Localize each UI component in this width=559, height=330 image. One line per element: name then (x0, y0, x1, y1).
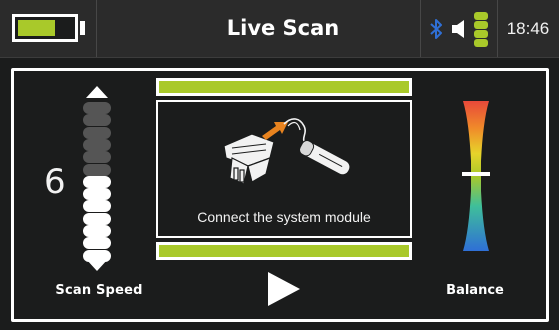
speed-segment (83, 200, 111, 212)
clock: 18:46 (506, 19, 550, 38)
speed-segment (83, 225, 111, 237)
divider (420, 0, 421, 57)
bluetooth-icon (430, 19, 442, 39)
speed-segment (83, 139, 111, 151)
battery-tip (80, 21, 85, 35)
speed-segment (83, 102, 111, 114)
top-signal-bar (156, 78, 412, 96)
speed-segment (83, 114, 111, 126)
play-icon (268, 272, 300, 306)
message-box: Connect the system module (156, 100, 412, 238)
page-title: Live Scan (226, 16, 340, 40)
speed-segment (83, 151, 111, 163)
speed-segment (83, 127, 111, 139)
speed-segment (83, 188, 111, 200)
signal-segment (474, 30, 488, 38)
play-button[interactable] (268, 272, 300, 306)
signal-segment (474, 39, 488, 47)
battery-level-fill (18, 20, 55, 36)
battery-icon (12, 14, 78, 42)
connect-module-message: Connect the system module (197, 209, 371, 225)
signal-segment (474, 12, 488, 20)
speed-up-arrow-icon[interactable] (86, 86, 108, 98)
signal-segment (474, 21, 488, 29)
status-bar: Live Scan 18:46 (0, 0, 559, 58)
signal-icon (474, 12, 488, 47)
speed-segment (83, 213, 111, 225)
speed-down-arrow-icon[interactable] (86, 259, 108, 271)
speed-segment (83, 237, 111, 249)
scan-speed-label: Scan Speed (55, 283, 143, 298)
bottom-signal-bar (156, 242, 412, 260)
balance-slider[interactable] (459, 101, 493, 251)
scan-speed-value: 6 (44, 162, 66, 202)
module-illustration-icon (223, 118, 350, 185)
balance-label: Balance (446, 283, 504, 298)
speaker-icon[interactable] (451, 19, 467, 39)
speed-segment (83, 176, 111, 188)
balance-marker[interactable] (462, 172, 490, 176)
speed-segment (83, 164, 111, 176)
